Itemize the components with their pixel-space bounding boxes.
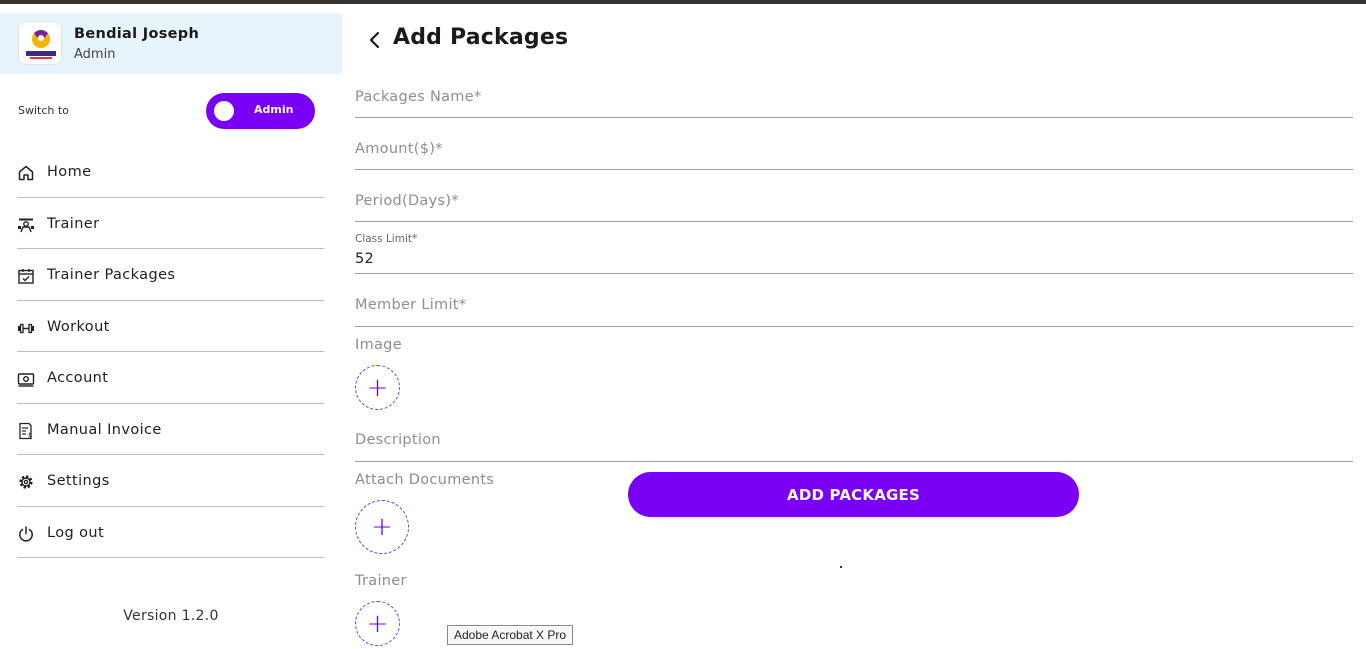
attach-documents-label: Attach Documents	[355, 472, 495, 488]
class-limit-field: Class Limit*	[355, 233, 1353, 274]
description-input[interactable]	[355, 432, 1353, 448]
sidebar-item-workout[interactable]: Workout	[17, 301, 324, 352]
sidebar-item-manual-invoice[interactable]: $ Manual Invoice	[17, 404, 324, 455]
class-limit-input[interactable]	[355, 251, 1353, 267]
member-limit-field	[355, 294, 1353, 327]
crossfit-logo-icon	[18, 21, 62, 65]
chevron-left-icon[interactable]	[366, 30, 384, 50]
package-name-field	[355, 86, 1353, 118]
home-icon	[18, 165, 34, 181]
sidebar-item-account[interactable]: Account	[17, 352, 324, 404]
period-input[interactable]	[355, 193, 1353, 209]
app-version: Version 1.2.0	[123, 608, 219, 624]
calendar-check-icon	[18, 269, 34, 284]
plus-icon: +	[371, 512, 393, 542]
invoice-icon: $	[19, 422, 32, 439]
sidebar-item-trainer-packages[interactable]: Trainer Packages	[17, 249, 324, 301]
tooltip: Adobe Acrobat X Pro	[447, 625, 574, 645]
sidebar-item-label: Home	[47, 164, 92, 180]
sidebar-item-label: Account	[47, 370, 109, 386]
sidebar-item-settings[interactable]: Settings	[17, 455, 324, 507]
amount-input[interactable]	[355, 141, 1353, 157]
sidebar-item-label: Trainer Packages	[47, 267, 176, 283]
gear-icon	[19, 475, 33, 489]
sidebar-item-logout[interactable]: Log out	[17, 507, 324, 558]
plus-icon: +	[366, 608, 389, 639]
role-switch-toggle[interactable]: Admin	[206, 93, 315, 129]
stray-dot	[840, 566, 842, 568]
sidebar-item-label: Settings	[47, 473, 110, 489]
profile-card[interactable]: Bendial Joseph Admin	[0, 13, 342, 74]
profile-role: Admin	[74, 47, 116, 62]
page-title: Add Packages	[393, 25, 569, 50]
sidebar-item-label: Manual Invoice	[47, 421, 162, 438]
add-packages-button[interactable]: ADD PACKAGES	[628, 472, 1079, 517]
switch-label: Switch to	[18, 104, 69, 117]
sidebar-nav: Home Trainer Trainer Packages Workout Ac…	[17, 146, 324, 558]
money-icon	[17, 373, 35, 387]
dumbbell-icon	[18, 323, 34, 333]
attach-documents-button[interactable]: +	[355, 500, 409, 554]
package-name-input[interactable]	[355, 89, 1353, 105]
switch-knob	[214, 101, 234, 121]
class-limit-label: Class Limit*	[355, 233, 418, 245]
add-trainer-button[interactable]: +	[355, 601, 400, 646]
sidebar-item-label: Workout	[47, 318, 110, 335]
plus-icon: +	[366, 372, 389, 403]
sidebar-item-label: Trainer	[47, 215, 100, 232]
period-field	[355, 190, 1353, 222]
image-label: Image	[355, 337, 402, 353]
sidebar-item-trainer[interactable]: Trainer	[17, 198, 324, 249]
sidebar: Bendial Joseph Admin Switch to Admin Hom…	[0, 4, 342, 649]
trainer-label: Trainer	[355, 573, 407, 589]
svg-text:$: $	[28, 432, 32, 439]
switch-text: Admin	[254, 103, 294, 116]
member-limit-input[interactable]	[355, 297, 1353, 313]
description-field	[355, 429, 1353, 462]
amount-field	[355, 138, 1353, 170]
sidebar-item-label: Log out	[47, 524, 105, 541]
sidebar-item-home[interactable]: Home	[17, 146, 324, 198]
trainer-icon	[18, 218, 34, 232]
power-icon	[19, 525, 33, 542]
profile-name: Bendial Joseph	[74, 26, 200, 42]
add-image-button[interactable]: +	[355, 365, 400, 410]
